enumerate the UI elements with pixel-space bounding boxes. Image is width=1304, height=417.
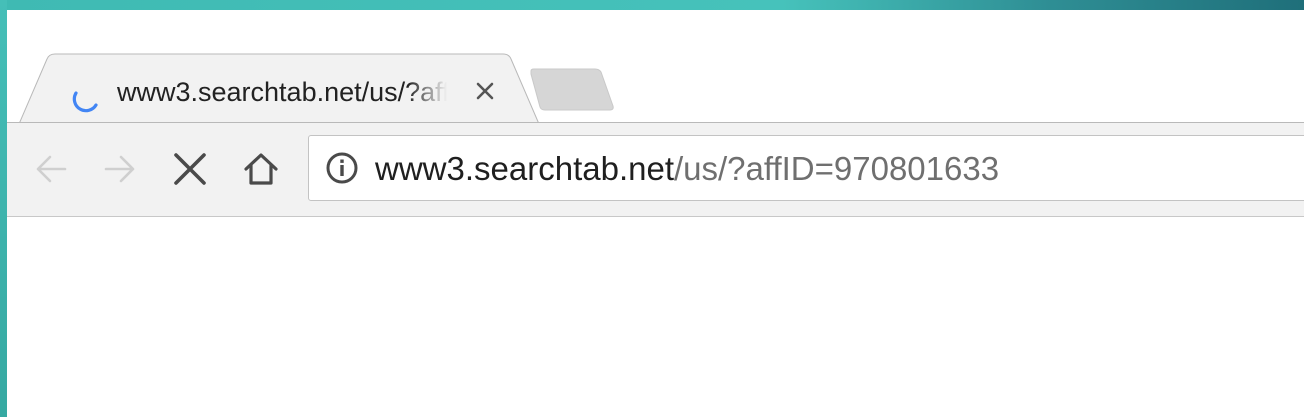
arrow-left-icon[interactable] — [33, 151, 69, 187]
browser-window: www3.searchtab.net/us/?affID=970801633 — [7, 10, 1304, 417]
tab-strip: www3.searchtab.net/us/?affID=970801633 — [7, 10, 1304, 125]
address-bar[interactable]: www3.searchtab.net/us/?affID=970801633 — [308, 135, 1304, 201]
url-host: www3.searchtab.net — [375, 150, 674, 187]
arrow-right-icon[interactable] — [102, 151, 138, 187]
desktop-edge — [0, 0, 7, 417]
tab-title: www3.searchtab.net/us/?affID=970801633 — [117, 77, 447, 107]
new-tab-button[interactable] — [529, 68, 615, 112]
loading-spinner-icon — [72, 91, 98, 113]
close-icon[interactable] — [473, 79, 497, 103]
active-tab[interactable]: www3.searchtab.net/us/?affID=970801633 — [19, 53, 547, 125]
url-text[interactable]: www3.searchtab.net/us/?affID=970801633 — [375, 150, 999, 188]
stop-icon[interactable] — [172, 151, 208, 187]
desktop-background — [0, 0, 1304, 10]
info-icon[interactable] — [325, 151, 359, 185]
url-path: /us/?affID=970801633 — [673, 150, 1000, 187]
page-content — [7, 217, 1304, 417]
home-icon[interactable] — [243, 151, 279, 187]
toolbar: www3.searchtab.net/us/?affID=970801633 — [7, 123, 1304, 217]
